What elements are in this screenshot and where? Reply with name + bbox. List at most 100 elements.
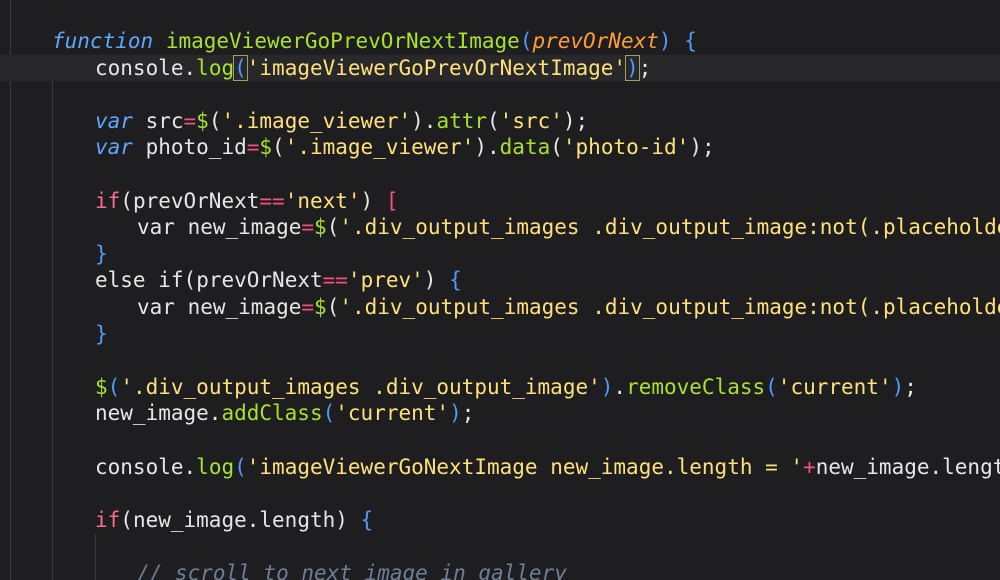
code-line-content: function imageViewerGoPrevOrNextImage(pr… (52, 28, 697, 55)
code-line[interactable]: var src=$('.image_viewer').attr('src'); (0, 108, 1000, 135)
code-token: ( (519, 29, 533, 53)
code-line[interactable]: if(new_image.length) { (0, 507, 1000, 534)
code-token: 'current' (777, 374, 892, 399)
code-token: 'current' (335, 401, 450, 426)
code-token: log (196, 454, 235, 479)
code-line[interactable] (0, 427, 1000, 454)
code-token: ( (107, 374, 121, 399)
code-token: prevOrNext (196, 268, 323, 293)
code-token: $ (314, 295, 327, 319)
code-token: addClass (221, 401, 323, 426)
code-token: else (95, 268, 146, 293)
code-line[interactable]: } (0, 321, 1000, 348)
code-token: = (301, 295, 315, 319)
code-token: '.div_output_images .div_output_image' (120, 374, 601, 399)
code-token: $ (196, 108, 209, 133)
code-token: new_image (174, 215, 302, 240)
code-token: = (183, 108, 197, 133)
code-line[interactable]: var photo_id=$('.image_viewer').data('ph… (0, 134, 1000, 161)
code-token: 'next' (284, 188, 361, 213)
code-line-content: } (95, 241, 108, 268)
code-token: } (95, 321, 108, 346)
code-token: $ (314, 215, 327, 240)
code-token: ( (322, 401, 336, 426)
code-token: attr (436, 108, 488, 133)
code-token: = (301, 215, 315, 240)
code-token: '.div_output_images .div_output_image:no… (339, 215, 1000, 240)
code-token: ; (461, 401, 475, 426)
code-line[interactable]: var new_image=$('.div_output_images .div… (0, 214, 1000, 241)
code-token: console (95, 55, 184, 80)
code-token: if (158, 268, 184, 293)
code-line[interactable]: var new_image=$('.div_output_images .div… (0, 294, 1000, 321)
code-token: ( (208, 108, 222, 133)
code-token: new_image (174, 295, 302, 319)
code-token: $ (259, 135, 273, 160)
code-line[interactable]: } (0, 241, 1000, 268)
code-token: ( (550, 135, 563, 160)
code-token: ). (411, 108, 437, 133)
code-token: ( (233, 54, 248, 81)
code-line-content: if(prevOrNext=='next') [ (95, 188, 399, 215)
code-line[interactable]: function imageViewerGoPrevOrNextImage(pr… (0, 28, 1000, 55)
code-line-content: if(new_image.length) { (95, 507, 373, 534)
code-token: '.div_output_images .div_output_image:no… (339, 295, 1000, 319)
code-token: photo_id (132, 135, 247, 160)
code-token: ) (891, 374, 905, 399)
code-token: ( (234, 454, 247, 479)
code-token: { (360, 507, 374, 532)
code-token: var (95, 108, 133, 133)
code-line[interactable]: new_image.addClass('current'); (0, 400, 1000, 427)
code-token: function (52, 29, 154, 53)
code-token: if (95, 188, 121, 213)
code-token: ) (625, 54, 640, 81)
code-token: var (137, 215, 175, 240)
code-token: ) (423, 268, 450, 293)
code-line-content: new_image.addClass('current'); (95, 400, 474, 427)
code-line-content: var new_image=$('.div_output_images .div… (137, 214, 1000, 241)
code-line[interactable] (0, 480, 1000, 507)
code-token: new_image (95, 401, 209, 426)
code-token: 'photo-id' (562, 135, 690, 160)
code-token: { (671, 29, 697, 53)
code-line[interactable] (0, 81, 1000, 108)
code-token: == (322, 268, 348, 293)
code-token: '.image_viewer' (284, 135, 475, 160)
code-token: prevOrNext (132, 188, 260, 213)
code-token: if (95, 507, 121, 532)
code-line-content: var src=$('.image_viewer').attr('src'); (95, 108, 588, 135)
code-token: new_image.length (132, 507, 336, 532)
code-token: [ (385, 188, 399, 213)
code-line[interactable]: else if(prevOrNext=='prev') { (0, 267, 1000, 294)
code-line[interactable] (0, 347, 1000, 374)
code-line-content: else if(prevOrNext=='prev') { (95, 267, 462, 294)
code-line[interactable]: if(prevOrNext=='next') [ (0, 188, 1000, 215)
code-line[interactable] (0, 533, 1000, 560)
code-token: new_image.length (815, 454, 1000, 479)
code-token: ( (326, 295, 340, 319)
code-token: ). (474, 135, 500, 160)
code-token: 'prev' (347, 268, 424, 293)
code-line[interactable]: $('.div_output_images .div_output_image'… (0, 374, 1000, 401)
code-token: 'imageViewerGoNextImage new_image.length… (246, 454, 804, 479)
code-line[interactable]: console.log('imageViewerGoPrevOrNextImag… (0, 54, 1000, 82)
code-line-content: var new_image=$('.div_output_images .div… (137, 294, 1000, 321)
code-line-content: console.log('imageViewerGoPrevOrNextImag… (95, 54, 651, 82)
code-line[interactable] (0, 161, 1000, 188)
code-line-content: } (95, 321, 108, 348)
code-token: . (613, 374, 627, 399)
code-token: . (183, 454, 197, 479)
code-token: ( (487, 108, 500, 133)
code-line[interactable]: console.log('imageViewerGoNextImage new_… (0, 454, 1000, 481)
code-token: removeClass (626, 374, 766, 399)
code-token: var (95, 135, 133, 160)
code-token: ( (183, 268, 197, 293)
code-line[interactable]: // scroll to next image in gallery (0, 560, 1000, 580)
code-token: $ (95, 374, 108, 399)
code-token: ( (272, 135, 285, 160)
code-editor[interactable]: function imageViewerGoPrevOrNextImage(pr… (0, 0, 1000, 580)
code-token: ) (449, 401, 462, 426)
code-token: log (196, 55, 235, 80)
